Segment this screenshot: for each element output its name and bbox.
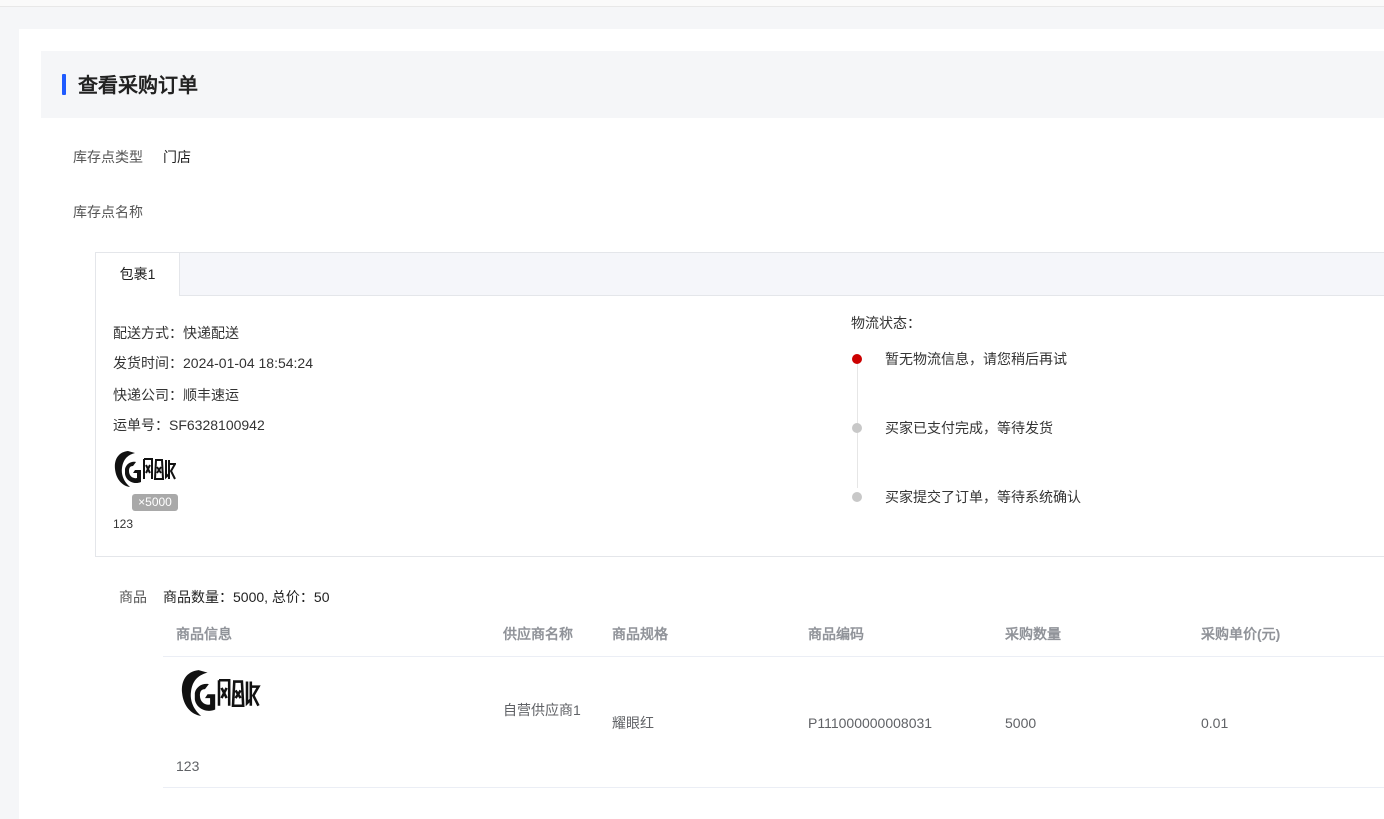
- col-header-spec: 商品规格: [612, 626, 668, 642]
- timeline-event: 买家已支付完成，等待发货: [885, 420, 1053, 436]
- table-header: 商品信息 供应商名称 商品规格 商品编码 采购数量 采购单价(元): [163, 613, 1384, 657]
- package-product-name: 123: [113, 517, 134, 531]
- courier-company: 快递公司：顺丰速运: [113, 387, 239, 403]
- cell-code: P111000000008031: [808, 715, 933, 731]
- logistics-title: 物流状态：: [851, 315, 921, 331]
- page-title: 查看采购订单: [78, 75, 198, 97]
- stock-type-value: 门店: [163, 149, 191, 165]
- timeline-dot: [852, 423, 862, 433]
- cell-product-name: 123: [176, 758, 200, 774]
- goods-label: 商品: [119, 589, 147, 605]
- cell-supplier: 自营供应商1: [503, 702, 581, 718]
- goods-summary: 商品数量：5000, 总价：50: [163, 589, 330, 605]
- col-header-product-info: 商品信息: [176, 626, 232, 642]
- package-panel: 包裹1 配送方式：快递配送 发货时间：2024-01-04 18:54:24 快…: [95, 252, 1384, 557]
- col-header-code: 商品编码: [808, 626, 864, 642]
- title-accent-bar: [62, 74, 66, 95]
- quantity-badge: ×5000: [132, 494, 178, 511]
- timeline-event: 暂无物流信息，请您稍后再试: [885, 351, 1067, 367]
- timeline-dot: [852, 492, 862, 502]
- product-image[interactable]: [175, 665, 263, 721]
- page-header: 查看采购订单: [41, 51, 1384, 118]
- ship-time: 发货时间：2024-01-04 18:54:24: [113, 355, 313, 371]
- cell-unit-price: 0.01: [1201, 715, 1229, 731]
- col-header-quantity: 采购数量: [1005, 626, 1061, 642]
- col-header-unit-price: 采购单价(元): [1201, 626, 1281, 642]
- tab-package-1[interactable]: 包裹1: [96, 253, 180, 296]
- col-header-supplier: 供应商名称: [503, 626, 573, 642]
- fengmianshou-logo-icon: [114, 451, 177, 487]
- table-row: 123 自营供应商1 耀眼红 P111000000008031 5000 0.0…: [163, 657, 1384, 788]
- fengmianshou-logo-icon: [181, 670, 261, 716]
- tracking-number: 运单号：SF6328100942: [113, 417, 265, 433]
- stock-name-label: 库存点名称: [73, 204, 143, 220]
- stock-type-label: 库存点类型: [73, 149, 143, 165]
- timeline-dot-active: [852, 354, 862, 364]
- product-thumbnail[interactable]: [112, 447, 177, 491]
- package-tabstrip: [96, 253, 1384, 296]
- cell-quantity: 5000: [1005, 715, 1037, 731]
- timeline-event: 买家提交了订单，等待系统确认: [885, 489, 1081, 505]
- top-bar: [0, 0, 1384, 7]
- delivery-method: 配送方式：快递配送: [113, 325, 239, 341]
- cell-spec: 耀眼红: [612, 715, 654, 731]
